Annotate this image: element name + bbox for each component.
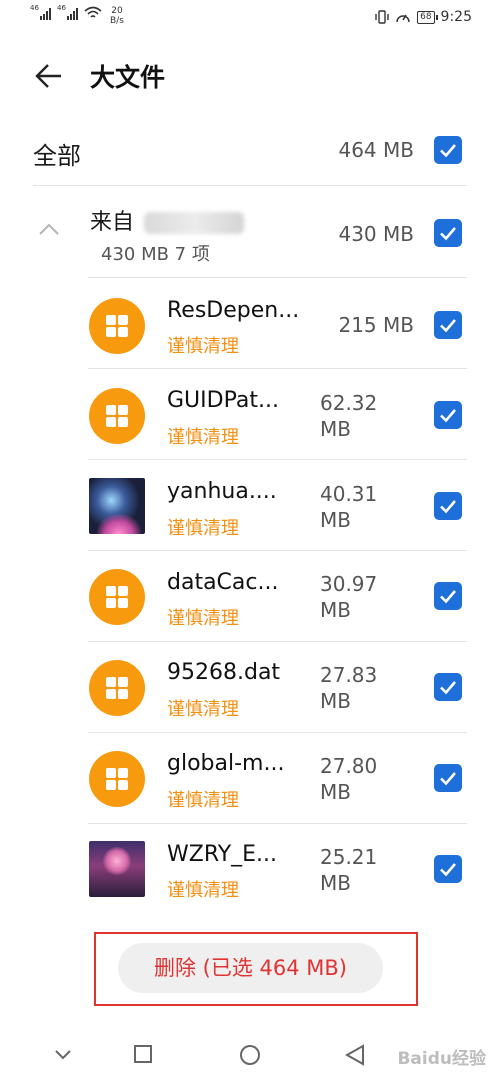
divider: [88, 550, 467, 551]
group-summary: 430 MB 7 项: [101, 244, 210, 265]
gauge-icon: [396, 14, 410, 23]
file-name: dataCac...: [167, 570, 279, 595]
caution-tag: 谨慎清理: [167, 608, 239, 629]
caution-tag: 谨慎清理: [167, 336, 239, 357]
file-checkbox[interactable]: [434, 855, 462, 883]
net-speed: 20 B/s: [110, 6, 124, 26]
file-name: yanhua....: [167, 479, 277, 504]
divider: [88, 732, 467, 733]
file-name: 95268.dat: [167, 660, 281, 685]
divider: [88, 823, 467, 824]
file-name: ResDepen...: [167, 298, 300, 323]
file-name: WZRY_E...: [167, 842, 278, 867]
arrow-left-icon[interactable]: [34, 62, 64, 90]
blurred-source-name: [144, 212, 245, 234]
caution-tag: 谨慎清理: [167, 518, 239, 539]
divider: [88, 368, 467, 369]
watermark: Baidu经验: [397, 1049, 486, 1069]
caution-tag: 谨慎清理: [167, 699, 239, 720]
back-triangle-icon[interactable]: [345, 1044, 365, 1066]
app-grid-icon: [89, 569, 145, 625]
app-grid-icon: [89, 388, 145, 444]
select-all-checkbox[interactable]: [434, 136, 462, 164]
select-all-label: 全部: [33, 142, 81, 170]
chevron-up-icon[interactable]: [38, 222, 60, 236]
group-size: 430 MB: [338, 222, 414, 246]
app-grid-icon: [89, 298, 145, 354]
app-header: 大文件: [0, 52, 500, 100]
battery-icon: 68: [417, 10, 439, 24]
clock: 9:25: [440, 9, 472, 25]
file-name: GUIDPat...: [167, 388, 279, 413]
app-grid-icon: [89, 660, 145, 716]
signal-icon-2: 46: [57, 4, 78, 20]
signal-icon: 46: [30, 4, 51, 20]
chevron-down-icon[interactable]: [54, 1049, 72, 1061]
file-checkbox[interactable]: [434, 764, 462, 792]
caution-tag: 谨慎清理: [167, 427, 239, 448]
divider: [88, 277, 467, 278]
total-size: 464 MB: [338, 138, 414, 162]
home-circle-icon[interactable]: [239, 1044, 261, 1066]
page-title: 大文件: [90, 63, 166, 92]
file-size: 27.80 MB: [320, 754, 378, 804]
file-checkbox[interactable]: [434, 673, 462, 701]
file-size: 25.21 MB: [320, 845, 378, 895]
image-thumbnail: [89, 841, 145, 897]
recents-square-icon[interactable]: [133, 1044, 153, 1064]
caution-tag: 谨慎清理: [167, 790, 239, 811]
status-bar: 46 46 20 B/s 68 9:25: [0, 0, 500, 36]
file-checkbox[interactable]: [434, 311, 462, 339]
group-title: 来自: [90, 204, 245, 236]
file-checkbox[interactable]: [434, 401, 462, 429]
file-size: 62.32 MB: [320, 391, 378, 441]
file-checkbox[interactable]: [434, 492, 462, 520]
wifi-icon: [84, 6, 102, 18]
file-size: 215 MB: [338, 313, 414, 337]
file-size: 27.83 MB: [320, 663, 378, 713]
divider: [88, 459, 467, 460]
divider: [33, 185, 467, 186]
image-thumbnail: [89, 478, 145, 534]
file-name: global-m...: [167, 751, 285, 776]
delete-button[interactable]: 删除 (已选 464 MB): [118, 943, 383, 993]
app-grid-icon: [89, 751, 145, 807]
file-checkbox[interactable]: [434, 582, 462, 610]
file-size: 40.31 MB: [320, 482, 378, 532]
group-checkbox[interactable]: [434, 219, 462, 247]
caution-tag: 谨慎清理: [167, 880, 239, 901]
file-size: 30.97 MB: [320, 572, 378, 622]
divider: [88, 641, 467, 642]
vibrate-icon: [375, 10, 389, 24]
